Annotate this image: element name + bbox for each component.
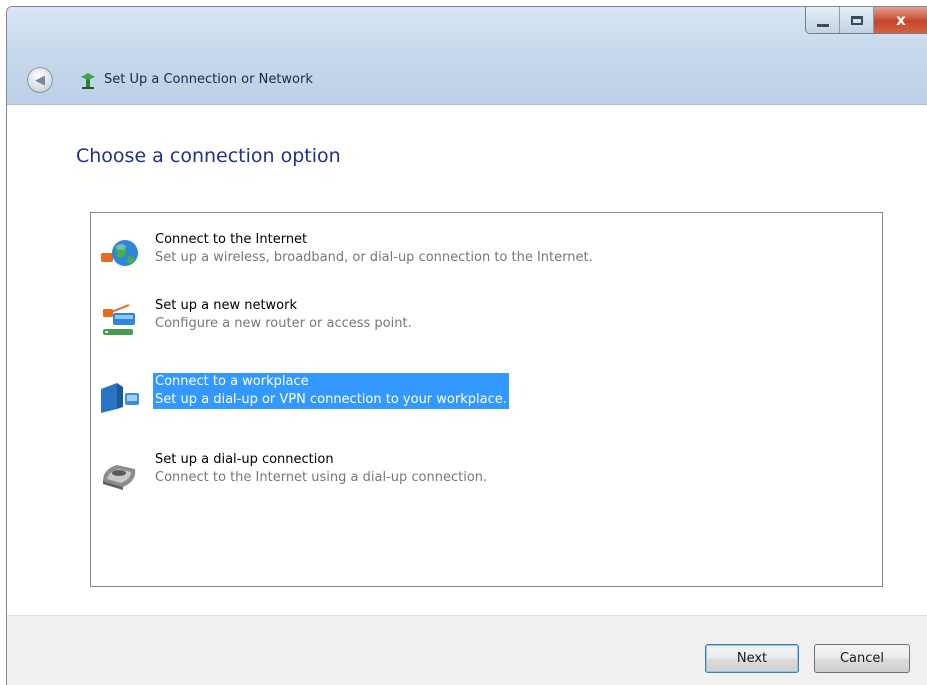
option-title: Set up a new network <box>155 298 297 313</box>
title-bar: x ◀ Set Up a Connection or Network <box>7 7 927 105</box>
button-bar: Next Cancel <box>7 615 927 685</box>
back-arrow-icon: ◀ <box>35 72 45 88</box>
option-title: Connect to a workplace <box>155 374 309 389</box>
option-text: Connect to the Internet Set up a wireles… <box>155 231 593 267</box>
globe-network-icon <box>101 240 138 266</box>
option-dialup[interactable]: Set up a dial-up connection Connect to t… <box>99 451 879 503</box>
router-icon <box>103 304 135 335</box>
option-title: Connect to the Internet <box>155 232 308 247</box>
option-text: Set up a dial-up connection Connect to t… <box>155 451 487 487</box>
close-button[interactable]: x <box>874 7 927 33</box>
window-controls: x <box>805 7 927 34</box>
option-description: Set up a wireless, broadband, or dial-up… <box>155 250 593 265</box>
option-new-network[interactable]: Set up a new network Configure a new rou… <box>99 297 879 349</box>
close-icon: x <box>896 11 906 29</box>
content-area: Choose a connection option Connect to th… <box>7 105 927 615</box>
minimize-button[interactable] <box>806 7 840 33</box>
setup-connection-window: x ◀ Set Up a Connection or Network Choos… <box>6 6 927 685</box>
option-text: Connect to a workplace Set up a dial-up … <box>153 373 509 409</box>
cancel-button[interactable]: Cancel <box>814 644 910 673</box>
next-button[interactable]: Next <box>705 644 799 673</box>
option-description: Set up a dial-up or VPN connection to yo… <box>155 392 507 407</box>
option-connect-internet[interactable]: Connect to the Internet Set up a wireles… <box>99 231 879 283</box>
minimize-icon <box>816 23 829 27</box>
connection-options-list: Connect to the Internet Set up a wireles… <box>90 212 883 587</box>
maximize-icon <box>850 15 863 25</box>
option-title: Set up a dial-up connection <box>155 452 334 467</box>
option-connect-workplace[interactable]: Connect to a workplace Set up a dial-up … <box>99 373 879 425</box>
option-text: Set up a new network Configure a new rou… <box>155 297 412 333</box>
option-description: Configure a new router or access point. <box>155 316 412 331</box>
network-setup-icon <box>81 73 95 89</box>
maximize-button[interactable] <box>840 7 874 33</box>
back-button[interactable]: ◀ <box>27 67 53 93</box>
option-description: Connect to the Internet using a dial-up … <box>155 470 488 485</box>
window-title: Set Up a Connection or Network <box>104 72 313 87</box>
dialup-modem-icon <box>103 465 136 490</box>
page-heading: Choose a connection option <box>76 145 341 167</box>
workplace-vpn-icon <box>101 383 139 413</box>
